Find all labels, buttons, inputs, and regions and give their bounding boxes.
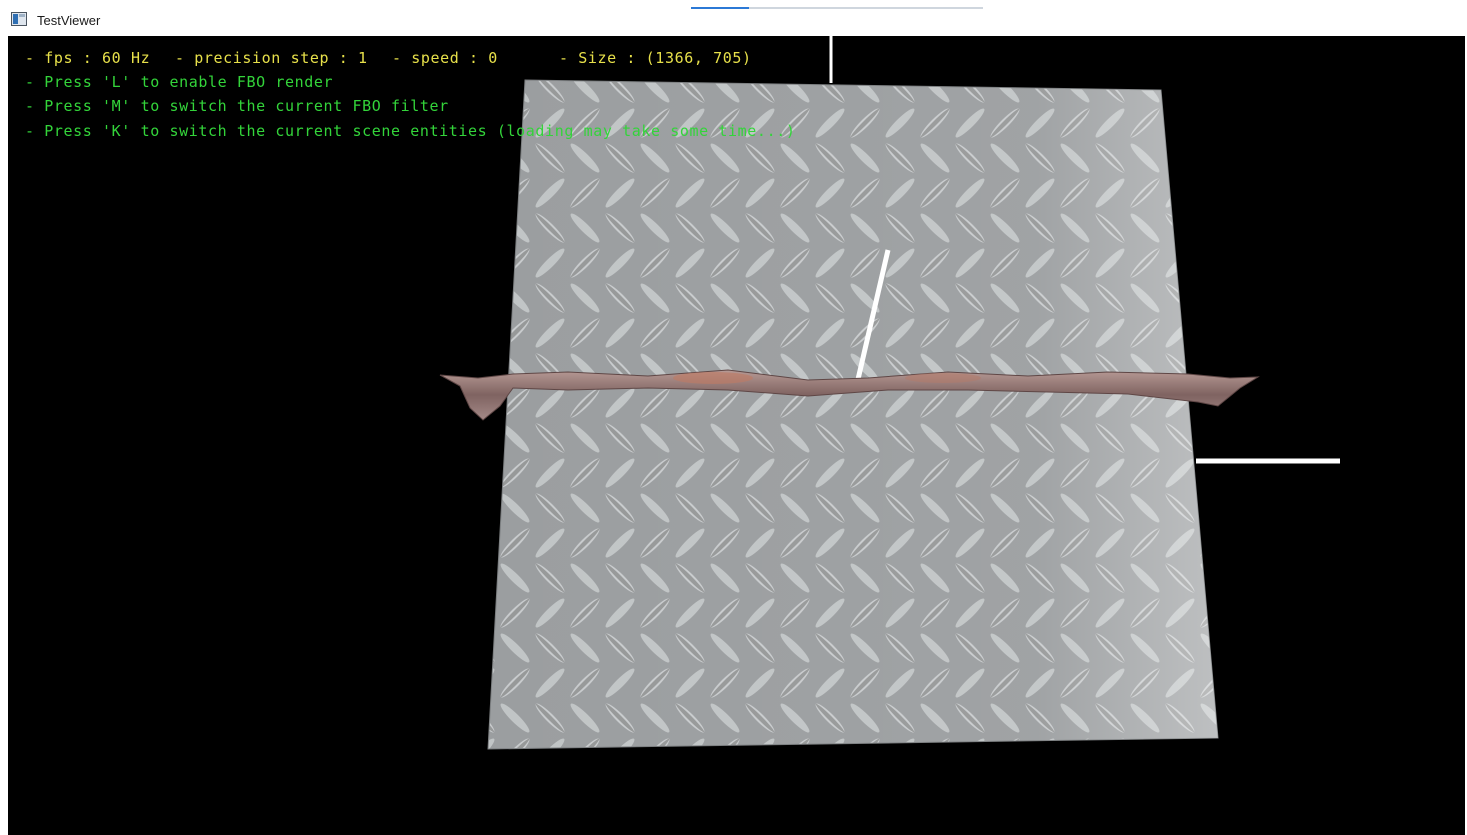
render-viewport[interactable]: - fps : 60 Hz - precision step : 1 - spe… (8, 36, 1465, 835)
ribbon-highlight-left (673, 372, 753, 384)
hud-precision-step: - precision step : 1 (175, 49, 368, 67)
app-window-icon[interactable] (11, 12, 27, 26)
window-title: TestViewer (37, 13, 101, 28)
hud-fps: - fps : 60 Hz (25, 49, 151, 67)
hud-hint-fbo-render: - Press 'L' to enable FBO render (25, 73, 334, 91)
hud-speed: - speed : 0 (392, 49, 498, 67)
scene-canvas[interactable] (8, 36, 1465, 835)
hud-hint-fbo-filter: - Press 'M' to switch the current FBO fi… (25, 97, 449, 115)
metal-plate-sheen (488, 80, 1218, 749)
hud-size: - Size : (1366, 705) (559, 49, 752, 67)
loading-progress-fill (691, 7, 750, 9)
title-bar[interactable]: TestViewer (0, 0, 1467, 36)
hud-hint-scene-entities: - Press 'K' to switch the current scene … (25, 122, 796, 140)
ribbon-highlight-right (905, 373, 981, 383)
loading-progress-bar (691, 7, 983, 9)
